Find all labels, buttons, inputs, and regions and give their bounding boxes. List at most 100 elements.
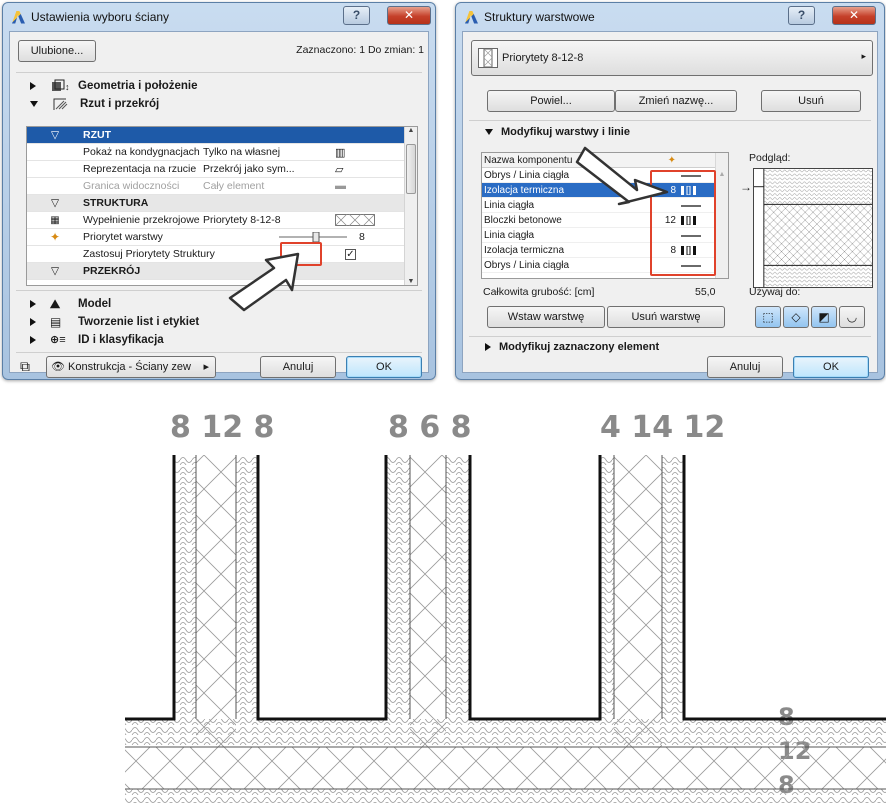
total-thickness-value: 55,0 [695, 286, 716, 298]
rename-button[interactable]: Zmień nazwę... [615, 90, 737, 112]
priority-slider[interactable] [279, 232, 349, 242]
grid-row-layer-priority[interactable]: ✦ Priorytet warstwy 8 [27, 229, 405, 246]
selection-info: Zaznaczono: 1 Do zmian: 1 [296, 44, 424, 56]
section-listing-labels[interactable]: ▤ Tworzenie list i etykiet [16, 313, 199, 331]
dialog1-client: Ulubione... Zaznaczono: 1 Do zmian: 1 ↕ … [9, 31, 429, 378]
divider [469, 336, 871, 337]
collapsed-triangle-icon [30, 300, 36, 308]
duplicate-button[interactable]: Powiel... [487, 90, 615, 112]
grid-row-apply-structure-priorities[interactable]: Zastosuj Priorytety Struktury ✓ [27, 246, 405, 263]
section-modify-selected[interactable]: Modyfikuj zaznaczony element [469, 339, 659, 355]
wall-toggle-icon[interactable]: ⬚ [755, 306, 781, 328]
listing-icon: ▤ [50, 315, 62, 329]
layer-name: Linia ciągła [484, 230, 535, 241]
section-id-classification[interactable]: ⊕≡ ID i klasyfikacja [16, 331, 164, 349]
apply-priorities-checkbox[interactable]: ✓ [345, 248, 356, 260]
cancel-button[interactable]: Anuluj [260, 356, 336, 378]
archicad-icon [464, 10, 479, 25]
collapsed-triangle-icon [30, 318, 36, 326]
dialog1-title: Ustawienia wyboru ściany [31, 10, 170, 24]
expanded-triangle-icon: ▽ [50, 197, 60, 209]
callout-arrow-icon [228, 252, 300, 312]
favorites-button[interactable]: Ulubione... [18, 40, 96, 62]
layer-priority-label: Priorytet warstwy [83, 231, 163, 243]
expanded-triangle-icon: ▽ [50, 265, 60, 277]
section-label: Geometria i położenie [78, 80, 198, 92]
eye-icon: 👁 [51, 361, 65, 373]
grid-header-plan[interactable]: ▽ RZUT [27, 127, 405, 144]
preview-arrow-icon: → [740, 180, 752, 194]
layer-name: Obrys / Linia ciągła [484, 170, 570, 181]
section-model[interactable]: ⛰ Model [16, 295, 111, 313]
layer-name: Izolacja termiczna [484, 185, 565, 196]
expanded-triangle-icon [485, 129, 493, 135]
cancel-button[interactable]: Anuluj [707, 356, 783, 378]
close-button[interactable]: ✕ [832, 6, 876, 25]
grid-row-cut-fill[interactable]: ▦ Wypełnienie przekrojowe Priorytety 8-1… [27, 212, 405, 229]
roof-toggle-icon[interactable]: ◩ [811, 306, 837, 328]
dialog1-titlebar[interactable]: Ustawienia wyboru ściany ? ✕ [3, 3, 435, 31]
callout-arrow-icon [575, 146, 669, 206]
divider [16, 352, 422, 353]
structure-preview [753, 168, 873, 288]
priority-value: 8 [359, 231, 365, 243]
grid-subheader-section[interactable]: ▽ PRZEKRÓJ [27, 263, 405, 280]
ok-button[interactable]: OK [793, 356, 869, 378]
grid-row-visibility-limit: Granica widoczności Cały element ▬ [27, 178, 405, 195]
grid-scrollbar[interactable]: ▲ ▼ [404, 127, 417, 285]
grid-subheader-structure[interactable]: ▽ STRUKTURA [27, 195, 405, 212]
layer-list-scrollbar[interactable]: ▲ [715, 153, 728, 278]
ok-button[interactable]: OK [346, 356, 422, 378]
layer-name: Izolacja termiczna [484, 245, 565, 256]
section-plan-and-section[interactable]: Rzut i przekrój [16, 95, 159, 113]
layer-name: Linia ciągła [484, 200, 535, 211]
visibility-icon: ▬ [335, 180, 346, 192]
scroll-thumb[interactable] [406, 144, 416, 194]
fill-icon: ▦ [50, 214, 60, 226]
dropdown-arrow-icon: ▸ [203, 361, 209, 373]
dim-group-3: 4 14 12 [600, 410, 726, 445]
scroll-up-icon[interactable]: ▲ [405, 127, 417, 134]
layer-dropdown[interactable]: 👁 Konstrukcja - Ściany zew ▸ [46, 356, 216, 378]
grid-row-plan-representation[interactable]: Reprezentacja na rzucie Przekrój jako sy… [27, 161, 405, 178]
stories-icon: ▥ [335, 146, 346, 159]
expanded-triangle-icon: ▽ [50, 129, 60, 141]
close-button[interactable]: ✕ [387, 6, 431, 25]
dialog2-titlebar[interactable]: Struktury warstwowe ? ✕ [456, 3, 884, 31]
selector-arrow-icon: ▸ [861, 51, 866, 61]
help-button[interactable]: ? [788, 6, 815, 25]
archicad-icon [11, 10, 26, 25]
used-for-label: Używaj do: [749, 286, 801, 298]
scroll-up-icon[interactable]: ▲ [716, 171, 728, 178]
scroll-down-icon[interactable]: ▼ [405, 278, 417, 285]
plan-section-icon [53, 98, 68, 110]
section-geometry[interactable]: ↕ Geometria i położenie [16, 77, 198, 95]
dim-group-2: 8 6 8 [388, 410, 472, 445]
structure-selector[interactable]: Priorytety 8-12-8 ▸ [471, 40, 873, 76]
divider [469, 120, 871, 121]
divider [16, 72, 422, 73]
layers-icon: ⧉ [20, 358, 30, 374]
representation-icon: ⏥ [335, 163, 344, 176]
divider [16, 290, 422, 291]
shell-toggle-icon[interactable]: ◡ [839, 306, 865, 328]
delete-layer-button[interactable]: Usuń warstwę [607, 306, 725, 328]
grid-row-show-on-stories[interactable]: Pokaż na kondygnacjach Tylko na własnej … [27, 144, 405, 161]
delete-button[interactable]: Usuń [761, 90, 861, 112]
wall-selection-settings-dialog: Ustawienia wyboru ściany ? ✕ Ulubione...… [2, 2, 436, 380]
help-button[interactable]: ? [343, 6, 370, 25]
layer-name: Bloczki betonowe [484, 215, 562, 226]
insert-layer-button[interactable]: Wstaw warstwę [487, 306, 605, 328]
collapsed-triangle-icon [30, 336, 36, 344]
slab-toggle-icon[interactable]: ◇ [783, 306, 809, 328]
priority-icon: ✦ [49, 230, 61, 244]
fill-pattern-swatch[interactable] [335, 214, 375, 226]
collapsed-triangle-icon [30, 82, 36, 90]
layer-name: Obrys / Linia ciągła [484, 260, 570, 271]
section-label: Rzut i przekrój [80, 98, 160, 110]
used-for-toggles: ⬚ ◇ ◩ ◡ [755, 306, 865, 328]
geometry-icon: ↕ [52, 79, 70, 92]
collapsed-triangle-icon [485, 343, 491, 351]
settings-grid: ▽ RZUT Pokaż na kondygnacjach Tylko na w… [26, 126, 418, 286]
model-icon: ⛰ [50, 297, 61, 311]
